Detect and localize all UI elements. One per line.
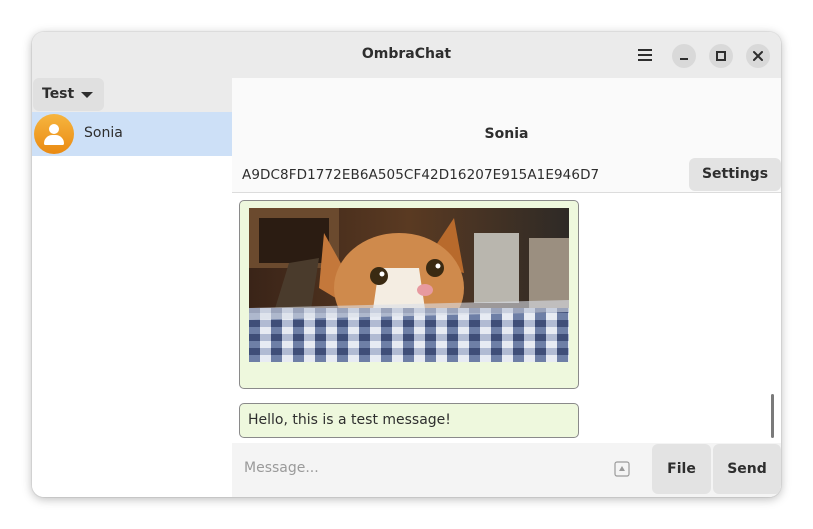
contact-list: Sonia: [32, 112, 232, 497]
avatar: [34, 114, 74, 154]
chat-pane: Sonia A9DC8FD1772EB6A505CF42D16207E915A1…: [232, 78, 781, 497]
emoji-icon[interactable]: [614, 461, 630, 477]
chevron-down-icon: [81, 92, 93, 98]
app-window: OmbraChat Test Sonia Sonia A9DC8FD1772EB…: [32, 32, 781, 497]
minimize-button[interactable]: [672, 44, 696, 68]
close-button[interactable]: [746, 44, 770, 68]
settings-button[interactable]: Settings: [689, 158, 781, 191]
image-message[interactable]: [239, 200, 579, 389]
account-selector-label: Test: [42, 86, 75, 102]
person-icon: [49, 124, 59, 134]
fingerprint-row: A9DC8FD1772EB6A505CF42D16207E915A1E946D7…: [232, 158, 781, 192]
close-icon: [753, 51, 763, 61]
contact-item-sonia[interactable]: Sonia: [32, 112, 232, 156]
title-bar: OmbraChat: [32, 32, 781, 78]
maximize-button[interactable]: [709, 44, 733, 68]
text-message[interactable]: Hello, this is a test message!: [239, 403, 579, 438]
minimize-icon: [680, 58, 688, 60]
scrollbar[interactable]: [771, 394, 774, 438]
main-menu-button[interactable]: [635, 45, 655, 65]
file-button[interactable]: File: [652, 444, 711, 494]
maximize-icon: [716, 51, 726, 61]
cat-photo[interactable]: [249, 208, 569, 362]
account-bar: Test: [32, 78, 232, 112]
chat-title: Sonia: [484, 126, 529, 142]
composer: File Send: [232, 443, 781, 497]
account-selector[interactable]: Test: [33, 78, 104, 111]
message-input[interactable]: [234, 449, 654, 487]
send-button[interactable]: Send: [713, 444, 781, 494]
key-fingerprint: A9DC8FD1772EB6A505CF42D16207E915A1E946D7: [242, 167, 600, 183]
message-text: Hello, this is a test message!: [248, 412, 451, 428]
message-list: Hello, this is a test message!: [232, 192, 781, 443]
contact-name: Sonia: [84, 125, 123, 141]
window-title: OmbraChat: [361, 46, 452, 62]
